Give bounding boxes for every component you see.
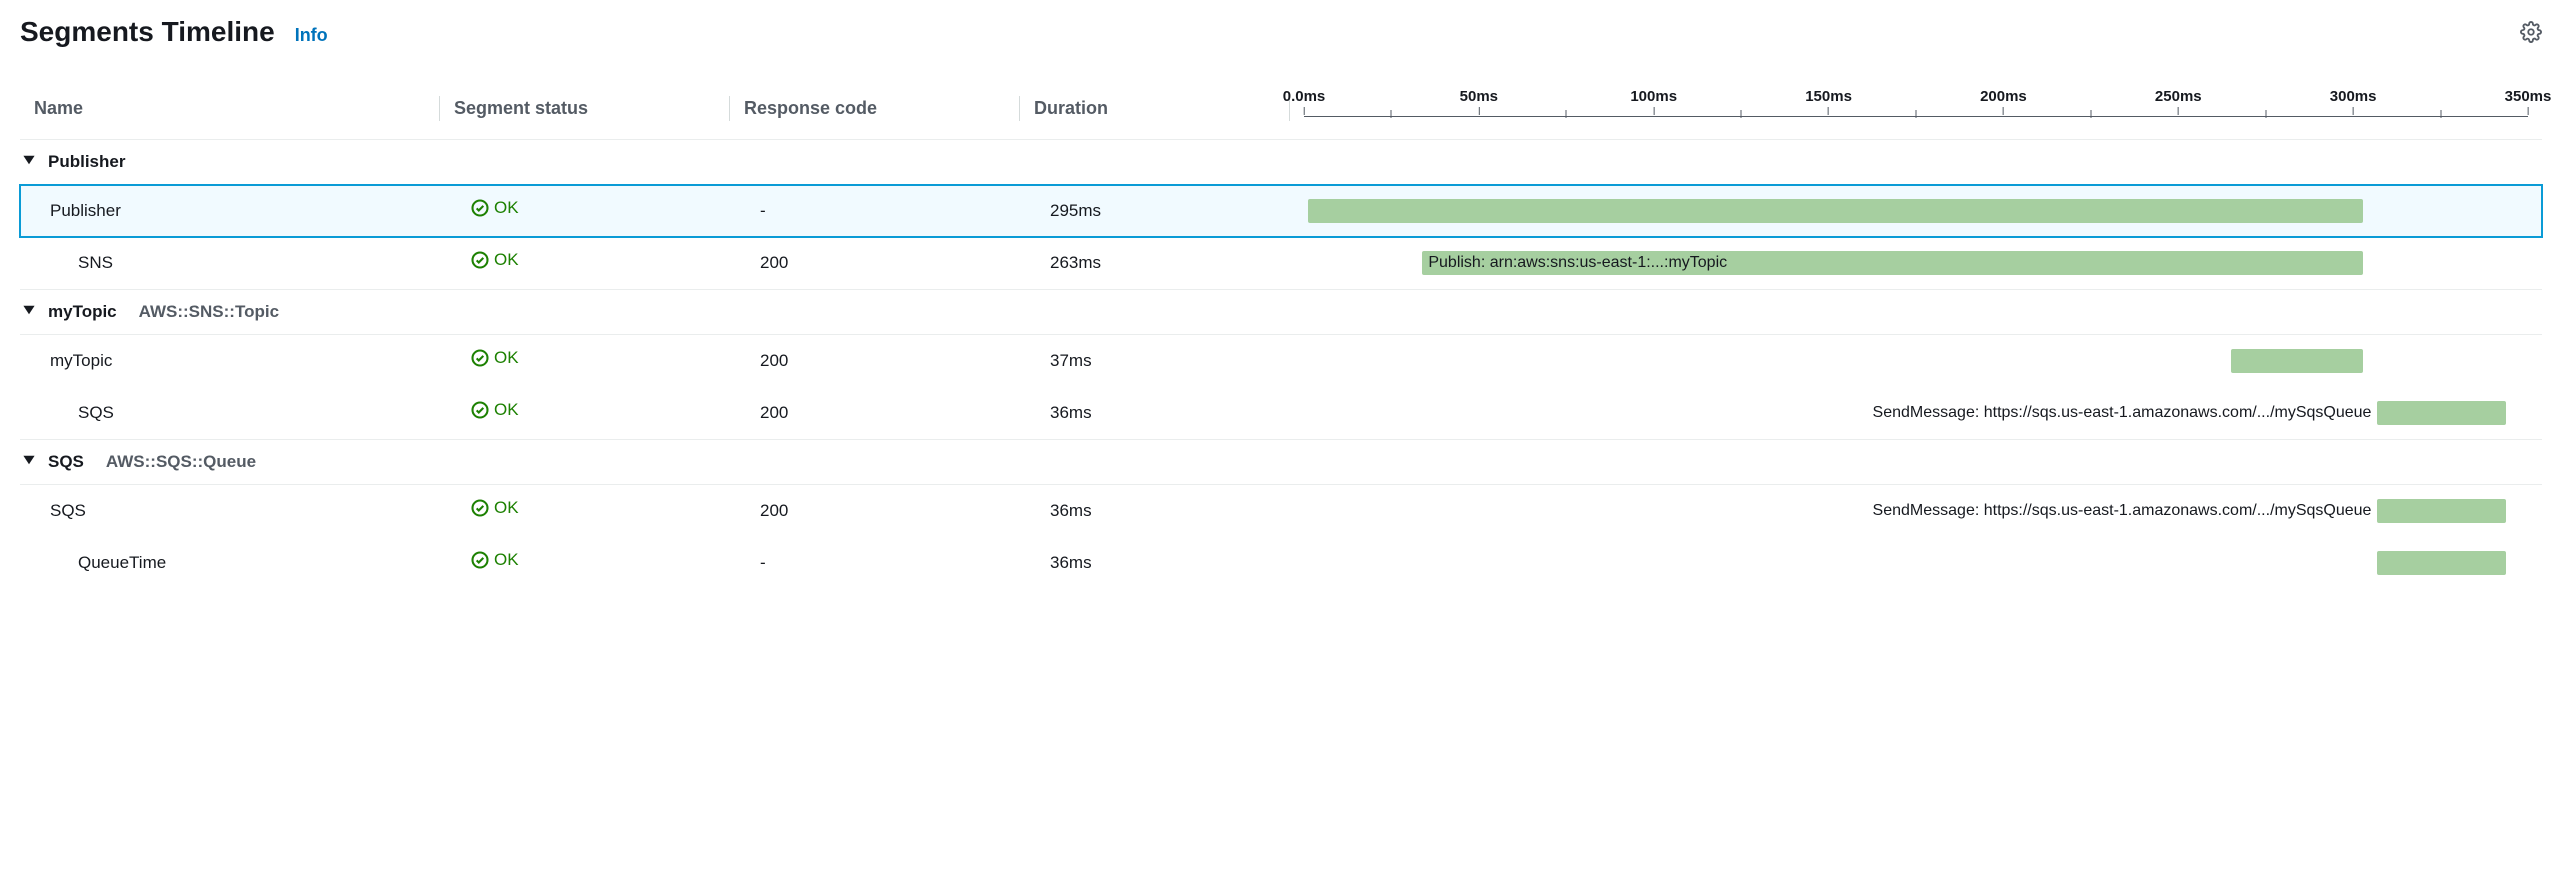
caret-down-icon[interactable] xyxy=(22,302,36,322)
timeline-bar-cell: SendMessage: https://sqs.us-east-1.amazo… xyxy=(1290,497,2542,525)
segment-status: OK xyxy=(440,392,730,433)
axis-tick: 150ms xyxy=(1805,88,1852,115)
timeline-bar-cell xyxy=(1290,197,2542,225)
segment-name: SNS xyxy=(20,245,440,281)
duration: 36ms xyxy=(1020,395,1290,431)
timeline-table: Name Segment status Response code Durati… xyxy=(20,78,2542,589)
bar-label: Publish: arn:aws:sns:us-east-1:...:myTop… xyxy=(1428,254,1727,272)
timeline-bar[interactable] xyxy=(1308,199,2363,223)
table-row[interactable]: myTopicOK20037ms xyxy=(20,335,2542,387)
response-code: 200 xyxy=(730,395,1020,431)
segment-name: SQS xyxy=(20,493,440,529)
col-response: Response code xyxy=(730,88,1020,129)
bar-label: SendMessage: https://sqs.us-east-1.amazo… xyxy=(1873,502,2372,520)
response-code: 200 xyxy=(730,245,1020,281)
table-row[interactable]: PublisherOK-295ms xyxy=(20,185,2542,237)
group-name: SQS xyxy=(48,452,84,472)
timeline-bar[interactable] xyxy=(2377,401,2506,425)
timeline-bar-cell xyxy=(1290,549,2542,577)
timeline-bar[interactable] xyxy=(2377,551,2506,575)
segment-name: myTopic xyxy=(20,343,440,379)
page-header: Segments Timeline Info xyxy=(20,16,2542,48)
group-header[interactable]: Publisher xyxy=(20,139,2542,185)
bar-label: SendMessage: https://sqs.us-east-1.amazo… xyxy=(1873,404,2372,422)
table-row[interactable]: SNSOK200263ms Publish: arn:aws:sns:us-eas… xyxy=(20,237,2542,289)
col-duration: Duration xyxy=(1020,88,1290,129)
axis-tick: 0.0ms xyxy=(1283,88,1326,115)
table-row[interactable]: SQSOK20036ms SendMessage: https://sqs.us-… xyxy=(20,387,2542,439)
group-name: Publisher xyxy=(48,152,125,172)
col-status: Segment status xyxy=(440,88,730,129)
timeline-bar-cell: Publish: arn:aws:sns:us-east-1:...:myTop… xyxy=(1290,249,2542,277)
axis-tick: 250ms xyxy=(2155,88,2202,115)
group-type: AWS::SQS::Queue xyxy=(106,452,256,472)
info-link[interactable]: Info xyxy=(295,25,328,46)
segment-status: OK xyxy=(440,490,730,531)
segment-status: OK xyxy=(440,242,730,283)
timeline-bar[interactable] xyxy=(2377,499,2506,523)
group-header[interactable]: SQS AWS::SQS::Queue xyxy=(20,439,2542,485)
duration: 36ms xyxy=(1020,493,1290,529)
timeline-bar[interactable]: Publish: arn:aws:sns:us-east-1:...:myTop… xyxy=(1422,251,2363,275)
axis-tick: 100ms xyxy=(1630,88,1677,115)
response-code: - xyxy=(730,545,1020,581)
duration: 37ms xyxy=(1020,343,1290,379)
response-code: 200 xyxy=(730,343,1020,379)
group-type: AWS::SNS::Topic xyxy=(139,302,279,322)
column-headers: Name Segment status Response code Durati… xyxy=(20,78,2542,139)
axis-tick: 50ms xyxy=(1460,88,1498,115)
table-row[interactable]: QueueTimeOK-36ms xyxy=(20,537,2542,589)
segment-name: QueueTime xyxy=(20,545,440,581)
timeline-bar-cell: SendMessage: https://sqs.us-east-1.amazo… xyxy=(1290,399,2542,427)
duration: 36ms xyxy=(1020,545,1290,581)
gear-icon[interactable] xyxy=(2520,21,2542,43)
segment-status: OK xyxy=(440,542,730,583)
table-row[interactable]: SQSOK20036ms SendMessage: https://sqs.us-… xyxy=(20,485,2542,537)
caret-down-icon[interactable] xyxy=(22,152,36,172)
segment-status: OK xyxy=(440,340,730,381)
col-name: Name xyxy=(20,88,440,129)
page-title: Segments Timeline xyxy=(20,16,275,48)
response-code: - xyxy=(730,193,1020,229)
axis-tick: 300ms xyxy=(2330,88,2377,115)
axis-tick: 350ms xyxy=(2505,88,2552,115)
caret-down-icon[interactable] xyxy=(22,452,36,472)
duration: 295ms xyxy=(1020,193,1290,229)
segment-status: OK xyxy=(440,190,730,231)
group-name: myTopic xyxy=(48,302,117,322)
timeline-bar-cell xyxy=(1290,347,2542,375)
col-timeline: 0.0ms50ms100ms150ms200ms250ms300ms350ms xyxy=(1290,78,2542,138)
timeline-bar[interactable] xyxy=(2231,349,2363,373)
segment-name: SQS xyxy=(20,395,440,431)
response-code: 200 xyxy=(730,493,1020,529)
axis-tick: 200ms xyxy=(1980,88,2027,115)
group-header[interactable]: myTopic AWS::SNS::Topic xyxy=(20,289,2542,335)
segment-name: Publisher xyxy=(20,193,440,229)
duration: 263ms xyxy=(1020,245,1290,281)
